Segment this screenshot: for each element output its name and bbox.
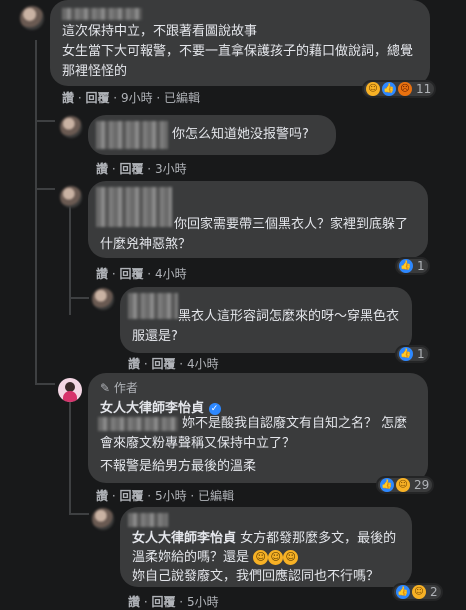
comment-bubble: 黑衣人這形容詞怎麼來的呀～穿黑色衣服還是?: [120, 287, 412, 353]
reaction-count: 1: [417, 347, 425, 361]
avatar[interactable]: [92, 508, 114, 530]
reaction-count: 2: [430, 585, 438, 599]
thread-branch: [35, 383, 55, 385]
like-link[interactable]: 讚: [96, 489, 108, 503]
like-link[interactable]: 讚: [96, 267, 108, 281]
author-avatar[interactable]: [58, 378, 82, 402]
comment-bubble: ✎ 作者 女人大律師李怡貞 ✓ 妳不是酸我自認廢文有自知之名？ 怎麼會來廢文粉專…: [88, 373, 428, 483]
thread-line: [35, 40, 37, 385]
verified-badge-icon: ✓: [208, 402, 221, 415]
comment-bubble: 這次保持中立，不跟著看圖說故事 女生當下大可報警，不要一直拿保護孩子的藉口做說詞…: [50, 0, 430, 86]
avatar[interactable]: [60, 116, 82, 138]
comment-text: 黑衣人這形容詞怎麼來的呀～穿黑色衣服還是?: [132, 309, 400, 344]
reply-link[interactable]: 回覆: [119, 162, 143, 176]
laughing-face-icon: ☺: [412, 585, 426, 599]
comment-text: 妳不是酸我自認廢文有自知之名？ 怎麼會來廢文粉專聲稱又保持中立了？: [100, 416, 408, 451]
commenter-name-redacted[interactable]: [62, 8, 142, 20]
thumbs-up-icon: 👍: [399, 259, 413, 273]
reaction-summary[interactable]: 👍 ☺ 29: [376, 476, 435, 494]
comment-text: 女人大律師李怡貞 女方都發那麼多文，最後的溫柔妳給的嗎？還是 ☺ ☺ ☺: [132, 531, 397, 565]
reaction-summary[interactable]: 👍 1: [395, 257, 430, 275]
reaction-summary[interactable]: ☺ 👍 ☹ 11: [362, 80, 437, 98]
avatar[interactable]: [92, 288, 114, 310]
reply-link[interactable]: 回覆: [151, 357, 175, 371]
like-link[interactable]: 讚: [96, 162, 108, 176]
reaction-count: 29: [414, 478, 430, 492]
avatar[interactable]: [60, 186, 82, 208]
smiling-face-icon: ☺: [283, 550, 299, 565]
commenter-name-redacted[interactable]: [128, 513, 168, 527]
like-link[interactable]: 讚: [128, 595, 140, 609]
reply-link[interactable]: 回覆: [85, 91, 109, 105]
timestamp[interactable]: 4小時: [187, 357, 219, 371]
comment-actions: 讚 · 回覆 · 9小時 · 已編輯: [62, 91, 201, 105]
smiling-face-icon: ☺: [268, 550, 284, 565]
comment-actions: 讚 · 回覆 · 3小時: [96, 162, 187, 176]
reaction-count: 1: [417, 259, 425, 273]
timestamp[interactable]: 5小時: [187, 595, 219, 609]
thread-line: [69, 400, 71, 515]
reply-link[interactable]: 回覆: [151, 595, 175, 609]
timestamp[interactable]: 5小時: [155, 489, 187, 503]
edited-label[interactable]: 已編輯: [198, 489, 234, 503]
avatar[interactable]: [20, 6, 44, 30]
reaction-count: 11: [416, 82, 432, 96]
timestamp[interactable]: 4小時: [155, 267, 187, 281]
comment-text-2: 妳自己說發廢文，我們回應認同也不行嗎？: [132, 569, 380, 584]
comment-actions: 讚 · 回覆 · 5小時: [128, 595, 219, 609]
angry-face-icon: ☹: [398, 82, 412, 96]
comment-actions: 讚 · 回覆 · 5小時 · 已編輯: [96, 489, 235, 503]
comment-text: 你回家需要帶三個黑衣人？家裡到底躲了什麼兇神惡煞？: [100, 217, 409, 252]
smiling-face-icon: ☺: [253, 550, 269, 565]
thumbs-up-icon: 👍: [396, 585, 410, 599]
commenter-name-redacted[interactable]: [96, 121, 168, 149]
comment-text: 你怎么知道她没报警吗?: [172, 127, 309, 142]
timestamp[interactable]: 9小時: [121, 91, 153, 105]
edited-label[interactable]: 已編輯: [164, 91, 200, 105]
reply-link[interactable]: 回覆: [119, 489, 143, 503]
laughing-face-icon: ☺: [396, 478, 410, 492]
thread-branch: [69, 297, 89, 299]
reaction-summary[interactable]: 👍 ☺ 2: [392, 583, 443, 601]
laughing-face-icon: ☺: [366, 82, 380, 96]
thumbs-up-icon: 👍: [380, 478, 394, 492]
like-link[interactable]: 讚: [128, 357, 140, 371]
mention-link[interactable]: 女人大律師李怡貞: [132, 531, 236, 546]
author-tag: ✎ 作者: [100, 381, 138, 395]
comment-bubble: 你怎么知道她没报警吗?: [88, 115, 336, 155]
like-link[interactable]: 讚: [62, 91, 74, 105]
reaction-summary[interactable]: 👍 1: [395, 345, 430, 363]
comment-text-2: 不報警是給男方最後的溫柔: [100, 459, 257, 474]
thumbs-up-icon: 👍: [382, 82, 396, 96]
pen-icon: ✎: [100, 381, 111, 395]
reply-link[interactable]: 回覆: [119, 267, 143, 281]
thread-branch: [35, 120, 55, 122]
thread-branch: [35, 188, 55, 190]
comment-bubble: 女人大律師李怡貞 女方都發那麼多文，最後的溫柔妳給的嗎？還是 ☺ ☺ ☺ 妳自己說發…: [120, 507, 412, 587]
comment-actions: 讚 · 回覆 · 4小時: [128, 357, 219, 371]
thumbs-up-icon: 👍: [399, 347, 413, 361]
timestamp[interactable]: 3小時: [155, 162, 187, 176]
comment-actions: 讚 · 回覆 · 4小時: [96, 267, 187, 281]
thread-branch: [69, 513, 89, 515]
comment-bubble: 你回家需要帶三個黑衣人？家裡到底躲了什麼兇神惡煞？: [88, 181, 428, 258]
comment-text: 這次保持中立，不跟著看圖說故事 女生當下大可報警，不要一直拿保護孩子的藉口做說詞…: [62, 24, 414, 79]
